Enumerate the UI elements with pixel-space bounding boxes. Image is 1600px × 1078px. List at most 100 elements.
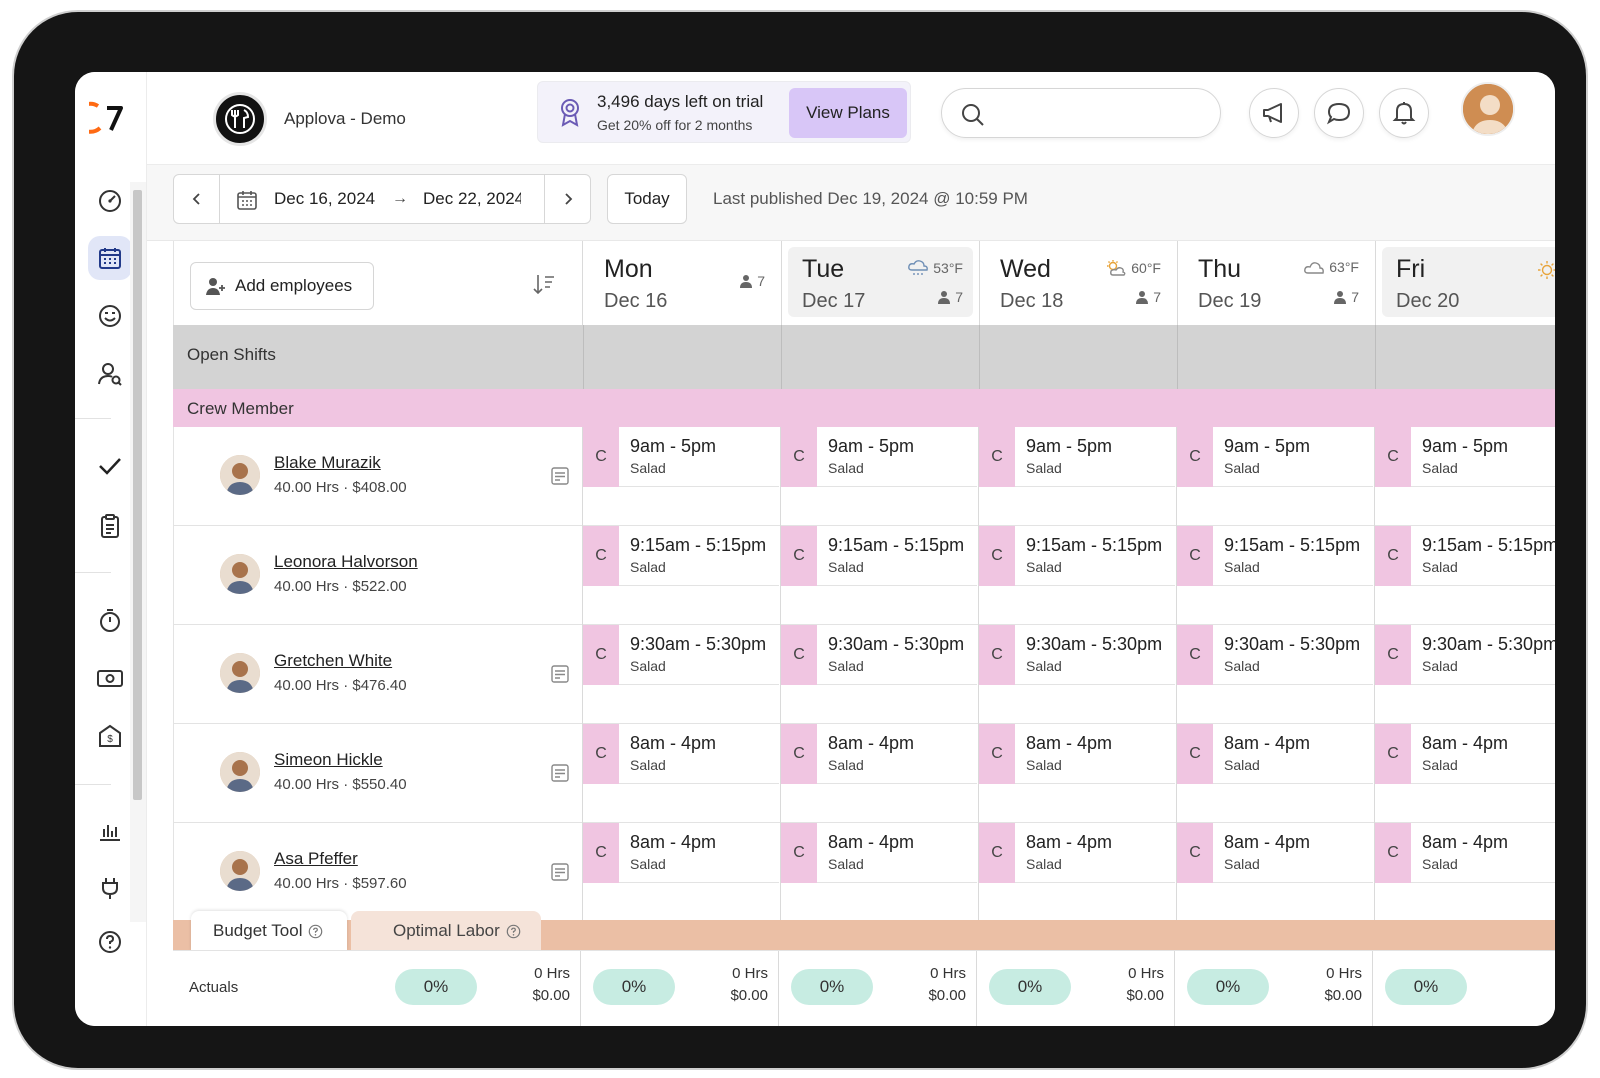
day-header-tue[interactable]: Tue Dec 17 53°F 7 xyxy=(782,241,980,325)
shift-block[interactable]: C 8am - 4pm Salad xyxy=(1375,724,1555,784)
note-icon[interactable] xyxy=(550,466,570,486)
start-date[interactable]: Dec 16, 2024 xyxy=(274,189,375,209)
shift-block[interactable]: C 9am - 5pm Salad xyxy=(781,427,977,487)
shift-cell[interactable]: C 9:15am - 5:15pm Salad xyxy=(1375,526,1555,625)
shift-cell[interactable]: C 8am - 4pm Salad xyxy=(781,724,979,823)
shift-cell[interactable]: C 9am - 5pm Salad xyxy=(781,427,979,526)
shift-cell[interactable]: C 9am - 5pm Salad xyxy=(583,427,781,526)
shift-block[interactable]: C 9am - 5pm Salad xyxy=(583,427,779,487)
shift-block[interactable]: C 9am - 5pm Salad xyxy=(1177,427,1373,487)
search-input[interactable] xyxy=(941,88,1221,138)
shift-cell[interactable]: C 9:30am - 5:30pm Salad xyxy=(979,625,1177,724)
shift-block[interactable]: C 9:15am - 5:15pm Salad xyxy=(1375,526,1555,586)
note-icon[interactable] xyxy=(550,664,570,684)
sort-icon[interactable] xyxy=(532,273,556,295)
shift-cell[interactable]: C 9:15am - 5:15pm Salad xyxy=(979,526,1177,625)
stopwatch-icon[interactable] xyxy=(88,598,132,642)
shift-cell[interactable]: C 9:30am - 5:30pm Salad xyxy=(781,625,979,724)
shift-block[interactable]: C 8am - 4pm Salad xyxy=(1375,823,1555,883)
shift-cell[interactable]: C 8am - 4pm Salad xyxy=(1177,823,1375,922)
employee-avatar[interactable] xyxy=(220,455,260,495)
brand-name[interactable]: Applova - Demo xyxy=(284,109,406,129)
shift-block[interactable]: C 8am - 4pm Salad xyxy=(781,724,977,784)
shift-cell[interactable]: C 9:15am - 5:15pm Salad xyxy=(1177,526,1375,625)
shift-block[interactable]: C 8am - 4pm Salad xyxy=(781,823,977,883)
employee-name-link[interactable]: Simeon Hickle xyxy=(274,750,383,770)
rail-scrollbar-thumb[interactable] xyxy=(133,190,142,800)
shift-block[interactable]: C 9am - 5pm Salad xyxy=(1375,427,1555,487)
shift-block[interactable]: C 9:30am - 5:30pm Salad xyxy=(979,625,1175,685)
smiley-icon[interactable] xyxy=(88,294,132,338)
shift-block[interactable]: C 8am - 4pm Salad xyxy=(1177,724,1373,784)
shift-cell[interactable]: C 8am - 4pm Salad xyxy=(1375,823,1555,922)
shift-block[interactable]: C 9am - 5pm Salad xyxy=(979,427,1175,487)
shift-cell[interactable]: C 8am - 4pm Salad xyxy=(583,724,781,823)
shift-block[interactable]: C 9:15am - 5:15pm Salad xyxy=(1177,526,1373,586)
help-circle-icon[interactable] xyxy=(506,924,521,939)
note-icon[interactable] xyxy=(550,763,570,783)
shift-block[interactable]: C 9:30am - 5:30pm Salad xyxy=(583,625,779,685)
shift-cell[interactable]: C 9:15am - 5:15pm Salad xyxy=(781,526,979,625)
checkmark-icon[interactable] xyxy=(88,444,132,488)
reports-chart-icon[interactable] xyxy=(88,808,132,852)
employee-avatar[interactable] xyxy=(220,752,260,792)
day-header-mon[interactable]: Mon Dec 16 7 xyxy=(584,241,782,325)
dashboard-icon[interactable] xyxy=(88,178,132,222)
day-header-thu[interactable]: Thu Dec 19 63°F 7 xyxy=(1178,241,1376,325)
next-week-button[interactable] xyxy=(544,175,590,223)
calendar-icon[interactable] xyxy=(236,189,258,211)
note-icon[interactable] xyxy=(550,862,570,882)
cash-icon[interactable] xyxy=(88,656,132,700)
shift-block[interactable]: C 9:15am - 5:15pm Salad xyxy=(781,526,977,586)
shift-block[interactable]: C 8am - 4pm Salad xyxy=(583,823,779,883)
schedule-calendar-icon[interactable] xyxy=(88,236,132,280)
user-avatar[interactable] xyxy=(1461,82,1515,136)
shift-cell[interactable]: C 8am - 4pm Salad xyxy=(1177,724,1375,823)
app-logo-icon[interactable] xyxy=(89,98,129,138)
employee-name-link[interactable]: Leonora Halvorson xyxy=(274,552,418,572)
shift-cell[interactable]: C 9:30am - 5:30pm Salad xyxy=(583,625,781,724)
day-header-wed[interactable]: Wed Dec 18 60°F 7 xyxy=(980,241,1178,325)
shift-cell[interactable]: C 9am - 5pm Salad xyxy=(1375,427,1555,526)
shift-cell[interactable]: C 8am - 4pm Salad xyxy=(781,823,979,922)
employee-name-link[interactable]: Blake Murazik xyxy=(274,453,381,473)
view-plans-button[interactable]: View Plans xyxy=(789,88,907,138)
payroll-icon[interactable]: $ xyxy=(88,714,132,758)
shift-block[interactable]: C 9:30am - 5:30pm Salad xyxy=(781,625,977,685)
shift-block[interactable]: C 9:30am - 5:30pm Salad xyxy=(1177,625,1373,685)
shift-cell[interactable]: C 8am - 4pm Salad xyxy=(979,724,1177,823)
clipboard-icon[interactable] xyxy=(88,504,132,548)
people-search-icon[interactable] xyxy=(88,352,132,396)
shift-block[interactable]: C 8am - 4pm Salad xyxy=(1177,823,1373,883)
help-icon[interactable] xyxy=(88,920,132,964)
shift-block[interactable]: C 8am - 4pm Salad xyxy=(583,724,779,784)
shift-cell[interactable]: C 9am - 5pm Salad xyxy=(1177,427,1375,526)
role-group-header[interactable]: Crew Member xyxy=(173,389,1555,427)
previous-week-button[interactable] xyxy=(174,175,220,223)
shift-cell[interactable]: C 9:15am - 5:15pm Salad xyxy=(583,526,781,625)
today-button[interactable]: Today xyxy=(607,174,687,224)
messages-button[interactable] xyxy=(1314,88,1364,138)
shift-cell[interactable]: C 8am - 4pm Salad xyxy=(583,823,781,922)
shift-cell[interactable]: C 9am - 5pm Salad xyxy=(979,427,1177,526)
notifications-button[interactable] xyxy=(1379,88,1429,138)
restaurant-logo-icon[interactable] xyxy=(213,92,267,146)
open-shifts-row[interactable]: Open Shifts xyxy=(173,325,1555,389)
add-employees-button[interactable]: Add employees xyxy=(190,262,374,310)
integrations-plug-icon[interactable] xyxy=(88,866,132,910)
shift-block[interactable]: C 8am - 4pm Salad xyxy=(979,724,1175,784)
end-date[interactable]: Dec 22, 2024 xyxy=(423,189,521,209)
help-circle-icon[interactable] xyxy=(308,924,323,939)
shift-cell[interactable]: C 9:30am - 5:30pm Salad xyxy=(1375,625,1555,724)
employee-avatar[interactable] xyxy=(220,851,260,891)
shift-cell[interactable]: C 9:30am - 5:30pm Salad xyxy=(1177,625,1375,724)
shift-cell[interactable]: C 8am - 4pm Salad xyxy=(979,823,1177,922)
tab-budget-tool[interactable]: Budget Tool xyxy=(191,911,347,951)
shift-block[interactable]: C 9:30am - 5:30pm Salad xyxy=(1375,625,1555,685)
shift-block[interactable]: C 8am - 4pm Salad xyxy=(979,823,1175,883)
day-header-fri[interactable]: Fri Dec 20 xyxy=(1376,241,1555,325)
employee-avatar[interactable] xyxy=(220,653,260,693)
announcements-button[interactable] xyxy=(1249,88,1299,138)
shift-block[interactable]: C 9:15am - 5:15pm Salad xyxy=(583,526,779,586)
employee-avatar[interactable] xyxy=(220,554,260,594)
